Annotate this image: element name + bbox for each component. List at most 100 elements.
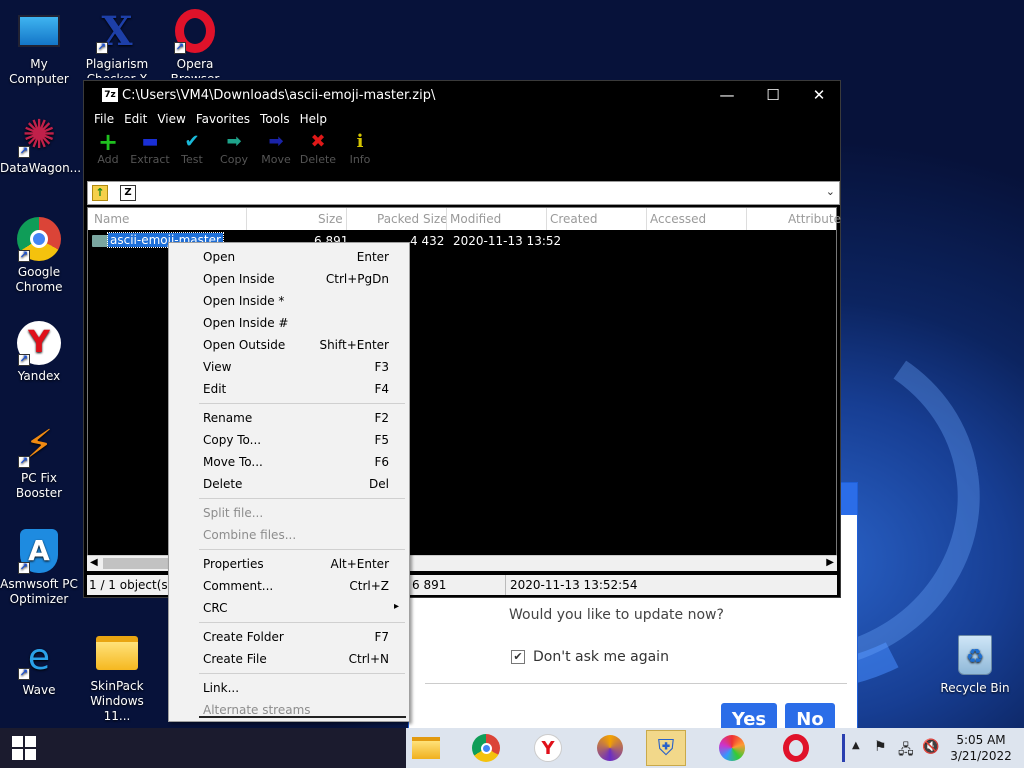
scroll-right-icon[interactable]: ▶ <box>826 557 834 568</box>
copy-arrow-icon: ➡ <box>226 131 242 152</box>
column-header: Name Size Packed Size Modified Created A… <box>88 208 841 230</box>
scroll-thumb[interactable] <box>103 558 173 569</box>
menu-item-move-to[interactable]: Move To... F6 <box>169 451 409 473</box>
desktop-icon-opera[interactable]: ↗ Opera Browser <box>156 8 234 78</box>
toolbar-delete-button[interactable]: ✖ Delete <box>297 131 339 175</box>
menu-file[interactable]: File <box>89 109 119 129</box>
desktop-icon-wave[interactable]: e ↗ Wave <box>0 634 78 698</box>
menu-item-create-folder[interactable]: Create Folder F7 <box>169 626 409 648</box>
taskbar-dark-strip <box>48 728 406 768</box>
up-folder-icon[interactable]: ↑ <box>92 185 108 201</box>
shortcut-arrow-icon: ↗ <box>18 562 30 574</box>
menu-item-comment[interactable]: Comment... Ctrl+Z <box>169 575 409 597</box>
folder-icon <box>94 630 140 676</box>
taskbar-divider <box>842 734 845 762</box>
taskbar-lock-app[interactable] <box>590 730 630 766</box>
color-wheel-icon <box>719 735 745 761</box>
menu-item-crc[interactable]: CRC ▸ <box>169 597 409 619</box>
start-button[interactable] <box>0 728 48 768</box>
toolbar-copy-button[interactable]: ➡ Copy <box>213 131 255 175</box>
recycle-bin-icon: ♻ <box>952 632 998 678</box>
menu-item-open-outside[interactable]: Open Outside Shift+Enter <box>169 334 409 356</box>
scroll-left-icon[interactable]: ◀ <box>90 557 98 568</box>
minimize-button[interactable]: — <box>704 81 750 109</box>
desktop-icon-my-computer[interactable]: My Computer <box>0 8 78 87</box>
menu-favorites[interactable]: Favorites <box>191 109 255 129</box>
delete-x-icon: ✖ <box>310 131 326 152</box>
opera-icon: ↗ <box>172 8 218 54</box>
menu-item-open-inside-star[interactable]: Open Inside * <box>169 290 409 312</box>
address-bar[interactable]: ↑ Z ⌄ <box>87 181 840 205</box>
menu-item-link[interactable]: Link... <box>169 677 409 699</box>
wave-browser-icon: e ↗ <box>18 636 51 680</box>
menu-separator <box>199 498 405 499</box>
tray-flag-icon[interactable]: ⚑ <box>874 739 887 755</box>
desktop-icon-recycle-bin[interactable]: ♻ Recycle Bin <box>936 632 1014 696</box>
col-packed-size[interactable]: Packed Size <box>377 212 448 226</box>
tray-network-icon[interactable]: 🖧 <box>898 739 914 763</box>
taskbar-chrome[interactable] <box>466 730 506 766</box>
col-size[interactable]: Size <box>318 212 343 226</box>
maximize-button[interactable]: ☐ <box>750 81 796 109</box>
address-dropdown-icon[interactable]: ⌄ <box>826 185 835 198</box>
menu-help[interactable]: Help <box>295 109 332 129</box>
desktop-icon-label: PC Fix Booster <box>15 471 63 500</box>
menu-tools[interactable]: Tools <box>255 109 295 129</box>
desktop-icon-plagiarism-checker[interactable]: X↗ Plagiarism Checker X <box>78 8 156 78</box>
taskbar-opera[interactable] <box>776 730 816 766</box>
desktop-icon-label: My Computer <box>9 57 69 86</box>
menu-item-copy-to[interactable]: Copy To... F5 <box>169 429 409 451</box>
menu-item-open[interactable]: Open Enter <box>169 246 409 268</box>
taskbar: Y ⛨ ▲ ⚑ 🖧 🔇 5:05 AM 3/21/2022 <box>0 728 1024 768</box>
menu-view[interactable]: View <box>152 109 190 129</box>
close-button[interactable]: ✕ <box>796 81 842 109</box>
taskbar-yandex[interactable]: Y <box>528 730 568 766</box>
dont-ask-checkbox[interactable]: ✔ <box>511 650 525 664</box>
tray-volume-muted-icon[interactable]: 🔇 <box>922 739 939 755</box>
tray-clock[interactable]: 5:05 AM 3/21/2022 <box>948 732 1014 764</box>
desktop-icon-datawagon[interactable]: ✺ ↗ DataWagon... <box>0 112 81 176</box>
submenu-arrow-icon: ▸ <box>393 601 399 612</box>
desktop-icon-asmwsoft[interactable]: A ↗ Asmwsoft PC Optimizer <box>0 528 78 607</box>
toolbar-info-button[interactable]: i Info <box>339 131 381 175</box>
update-divider <box>425 683 847 684</box>
toolbar-move-button[interactable]: ➡ Move <box>255 131 297 175</box>
menu-item-view[interactable]: View F3 <box>169 356 409 378</box>
desktop-icon-label: Wave <box>22 683 56 697</box>
desktop-icon-skinpack[interactable]: SkinPack Windows 11... <box>78 630 156 724</box>
app-icon: 7z <box>102 88 118 102</box>
window-titlebar[interactable]: 7z C:\Users\VM4\Downloads\ascii-emoji-ma… <box>84 81 840 109</box>
path-archive-icon: Z <box>120 185 136 201</box>
status-divider <box>505 575 506 595</box>
menu-item-open-inside[interactable]: Open Inside Ctrl+PgDn <box>169 268 409 290</box>
menu-item-properties[interactable]: Properties Alt+Enter <box>169 553 409 575</box>
taskbar-file-explorer[interactable] <box>406 730 446 766</box>
col-accessed[interactable]: Accessed <box>650 212 706 226</box>
col-created[interactable]: Created <box>550 212 598 226</box>
desktop-icon-pc-fix-booster[interactable]: ⚡ ↗ PC Fix Booster <box>0 422 78 501</box>
toolbar-test-button[interactable]: ✔ Test <box>171 131 213 175</box>
toolbar-extract-button[interactable]: ▬ Extract <box>129 131 171 175</box>
col-name[interactable]: Name <box>94 212 129 226</box>
col-attribute[interactable]: Attribute <box>788 212 841 226</box>
yandex-icon: Y <box>534 734 562 762</box>
menu-item-create-file[interactable]: Create File Ctrl+N <box>169 648 409 670</box>
col-modified[interactable]: Modified <box>450 212 501 226</box>
shortcut-arrow-icon: ↗ <box>18 354 30 366</box>
taskbar-shield-app[interactable]: ⛨ <box>646 730 686 766</box>
add-icon: + <box>97 128 119 156</box>
menu-edit[interactable]: Edit <box>119 109 152 129</box>
desktop-icon-label: Google Chrome <box>15 265 63 294</box>
menu-item-open-inside-hash[interactable]: Open Inside # <box>169 312 409 334</box>
menu-item-rename[interactable]: Rename F2 <box>169 407 409 429</box>
menu-item-edit[interactable]: Edit F4 <box>169 378 409 400</box>
menu-bottom-edge <box>199 716 406 718</box>
desktop-icon-chrome[interactable]: ↗ Google Chrome <box>0 216 78 295</box>
shortcut-arrow-icon: ↗ <box>174 42 186 54</box>
info-icon: i <box>356 131 364 152</box>
menu-item-delete[interactable]: Delete Del <box>169 473 409 495</box>
tray-overflow-icon[interactable]: ▲ <box>852 740 860 751</box>
desktop-icon-yandex[interactable]: Y ↗ Yandex <box>0 320 78 384</box>
toolbar-add-button[interactable]: + Add <box>87 128 129 175</box>
taskbar-photo-app[interactable] <box>712 730 752 766</box>
